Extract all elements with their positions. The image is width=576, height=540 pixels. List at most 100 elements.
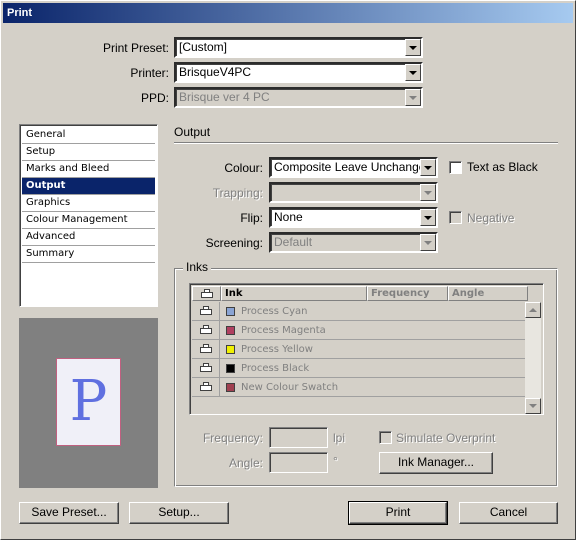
table-row[interactable]: Process Magenta: [192, 321, 528, 340]
table-row[interactable]: Process Black: [192, 359, 528, 378]
print-preset-value: [Custom]: [179, 40, 228, 54]
color-swatch-icon: [226, 306, 235, 316]
trapping-dropdown: [269, 182, 438, 203]
print-button[interactable]: Print: [348, 501, 448, 525]
chevron-down-icon: [420, 184, 436, 201]
print-preset-label: Print Preset:: [102, 41, 169, 55]
print-toggle[interactable]: [192, 359, 220, 377]
trapping-label: Trapping:: [212, 186, 263, 200]
ink-table-header: Ink Frequency Angle: [192, 286, 528, 301]
cancel-button[interactable]: Cancel: [459, 502, 558, 524]
printer-value: BrisqueV4PC: [179, 65, 252, 79]
frequency-column-header[interactable]: Frequency: [367, 286, 448, 301]
color-swatch-icon: [226, 325, 235, 335]
print-preset-dropdown[interactable]: [Custom]: [174, 37, 423, 58]
angle-field: [269, 452, 328, 473]
table-row[interactable]: Process Cyan: [192, 302, 528, 321]
sidebar-item-graphics[interactable]: Graphics: [22, 195, 155, 212]
negative-label: Negative: [467, 211, 515, 225]
flip-value: None: [274, 210, 303, 224]
ink-name: Process Magenta: [241, 324, 326, 336]
printer-icon: [199, 306, 212, 316]
simulate-overprint-label: Simulate Overprint: [396, 431, 496, 445]
color-swatch-icon: [226, 344, 235, 354]
chevron-down-icon: [405, 89, 421, 106]
table-row[interactable]: Process Yellow: [192, 340, 528, 359]
color-swatch-icon: [226, 363, 235, 373]
ink-cell: Process Cyan: [220, 302, 307, 320]
print-toggle[interactable]: [192, 321, 220, 339]
print-dialog: Print Print Preset: [Custom] Printer: Br…: [0, 0, 576, 540]
colour-dropdown[interactable]: Composite Leave Unchanged: [269, 157, 438, 178]
ppd-value: Brisque ver 4 PC: [179, 90, 270, 104]
chevron-down-icon: [420, 234, 436, 251]
ink-name: Process Black: [241, 362, 310, 374]
ink-column-header[interactable]: Ink: [221, 286, 367, 301]
section-title: Output: [174, 125, 211, 139]
ink-name: Process Yellow: [241, 343, 313, 355]
print-toggle[interactable]: [192, 340, 220, 358]
sidebar-item-general[interactable]: General: [22, 127, 155, 144]
printer-label-text: Printer:: [130, 66, 169, 80]
screening-label: Screening:: [205, 236, 263, 250]
ink-cell: Process Yellow: [220, 340, 313, 358]
ppd-dropdown: Brisque ver 4 PC: [174, 87, 423, 108]
text-as-black-checkbox[interactable]: [449, 161, 462, 174]
inks-group-label: Inks: [183, 260, 212, 274]
preview-letter: P: [69, 369, 108, 434]
sidebar-item-setup[interactable]: Setup: [22, 144, 155, 161]
ppd-label: PPD:: [140, 91, 169, 105]
chevron-down-icon[interactable]: [405, 64, 421, 81]
text-as-black-label: Text as Black: [467, 160, 538, 174]
table-row[interactable]: New Colour Swatch: [192, 378, 528, 397]
save-preset-button[interactable]: Save Preset...: [19, 502, 119, 524]
preview-page: P: [56, 358, 121, 446]
colour-label: Colour:: [224, 161, 263, 175]
printer-icon: [199, 344, 212, 354]
ink-cell: Process Magenta: [220, 321, 326, 339]
colour-value: Composite Leave Unchanged: [274, 160, 433, 174]
print-column-header[interactable]: [192, 286, 221, 301]
category-list: General Setup Marks and Bleed Output Gra…: [19, 124, 158, 307]
printer-icon: [200, 288, 213, 299]
sidebar-item-output[interactable]: Output: [22, 178, 155, 195]
flip-dropdown[interactable]: None: [269, 207, 438, 228]
ink-table: Ink Frequency Angle Process Cyan Process…: [189, 283, 544, 415]
angle-column-header[interactable]: Angle: [448, 286, 528, 301]
chevron-down-icon[interactable]: [420, 209, 436, 226]
frequency-label: Frequency:: [202, 431, 263, 445]
chevron-down-icon[interactable]: [420, 159, 436, 176]
frequency-field: [269, 427, 328, 448]
screening-dropdown: Default: [269, 232, 438, 253]
printer-label: Printer:: [61, 65, 169, 81]
ink-cell: New Colour Swatch: [220, 378, 338, 396]
sidebar-item-colour-management[interactable]: Colour Management: [22, 212, 155, 229]
printer-icon: [199, 382, 212, 392]
ink-manager-button[interactable]: Ink Manager...: [379, 452, 493, 474]
section-divider: [174, 142, 558, 144]
sidebar-item-marks-and-bleed[interactable]: Marks and Bleed: [22, 161, 155, 178]
printer-icon: [199, 363, 212, 373]
negative-checkbox: [449, 211, 462, 224]
scroll-up-icon[interactable]: [525, 302, 541, 318]
sidebar-item-summary[interactable]: Summary: [22, 246, 155, 263]
screening-value: Default: [274, 235, 313, 249]
scroll-down-icon[interactable]: [525, 398, 541, 414]
print-toggle[interactable]: [192, 378, 220, 396]
print-toggle[interactable]: [192, 302, 220, 320]
setup-button[interactable]: Setup...: [129, 502, 229, 524]
printer-dropdown[interactable]: BrisqueV4PC: [174, 62, 423, 83]
printer-icon: [199, 325, 212, 335]
angle-unit: °: [333, 454, 338, 468]
simulate-overprint-checkbox: [379, 431, 392, 444]
chevron-down-icon[interactable]: [405, 39, 421, 56]
ink-name: New Colour Swatch: [241, 381, 339, 393]
frequency-unit: lpi: [333, 431, 346, 445]
angle-label: Angle:: [228, 456, 263, 470]
sidebar-item-advanced[interactable]: Advanced: [22, 229, 155, 246]
ink-table-scrollbar[interactable]: [525, 302, 541, 414]
color-swatch-icon: [226, 382, 235, 392]
flip-label: Flip:: [240, 211, 263, 225]
ink-cell: Process Black: [220, 359, 309, 377]
ink-name: Process Cyan: [241, 305, 308, 317]
